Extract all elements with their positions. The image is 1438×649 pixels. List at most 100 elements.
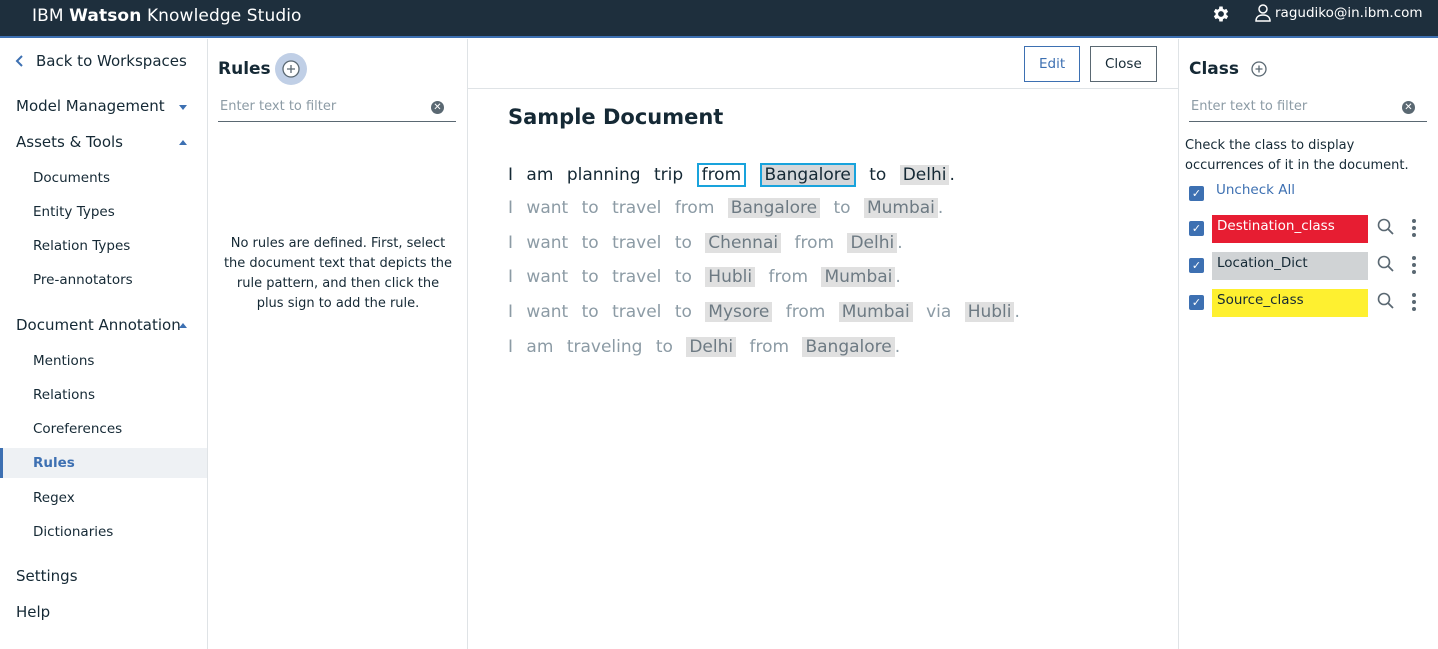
brand-bold: Watson bbox=[69, 6, 142, 26]
token[interactable]: to bbox=[582, 198, 599, 218]
token[interactable]: trip bbox=[654, 165, 683, 185]
class-label-location-dict[interactable]: Location_Dict bbox=[1212, 252, 1368, 280]
nav-item-dictionaries[interactable]: Dictionaries bbox=[0, 517, 207, 547]
selected-token[interactable]: from bbox=[696, 163, 747, 187]
token[interactable]: I bbox=[508, 165, 513, 185]
entity-token[interactable]: Hubli bbox=[705, 267, 756, 287]
nav-item-rules[interactable]: Rules bbox=[0, 448, 207, 478]
token[interactable]: I bbox=[508, 198, 513, 218]
entity-token[interactable]: Mumbai bbox=[863, 198, 938, 218]
token[interactable]: want bbox=[526, 302, 568, 322]
token[interactable]: travel bbox=[612, 198, 661, 218]
more-options-icon[interactable] bbox=[1412, 293, 1416, 314]
token[interactable]: via bbox=[926, 302, 951, 322]
token[interactable]: I bbox=[508, 337, 513, 357]
token[interactable]: to bbox=[675, 233, 692, 253]
nav-section-document-annotation[interactable]: Document Annotation bbox=[16, 316, 181, 334]
token[interactable]: I bbox=[508, 267, 513, 287]
token[interactable]: am bbox=[526, 337, 553, 357]
token[interactable]: from bbox=[795, 233, 835, 253]
entity-token[interactable]: Delhi bbox=[899, 165, 950, 185]
class-label-destination[interactable]: Destination_class bbox=[1212, 215, 1368, 243]
entity-token[interactable]: Delhi bbox=[847, 233, 898, 253]
token[interactable]: to bbox=[656, 337, 673, 357]
user-menu[interactable]: ragudiko@in.ibm.com bbox=[1255, 4, 1423, 22]
token[interactable]: to bbox=[582, 302, 599, 322]
token[interactable]: want bbox=[526, 267, 568, 287]
token[interactable]: from bbox=[675, 198, 715, 218]
token[interactable]: travel bbox=[612, 302, 661, 322]
token[interactable]: am bbox=[526, 165, 553, 185]
sentence[interactable]: I want to travel from Bangalore to Mumba… bbox=[508, 198, 943, 218]
entity-token[interactable]: Delhi bbox=[686, 337, 737, 357]
add-rule-icon[interactable] bbox=[274, 52, 308, 86]
token[interactable]: to bbox=[869, 165, 886, 185]
entity-token[interactable]: Bangalore bbox=[727, 198, 821, 218]
nav-section-help[interactable]: Help bbox=[16, 603, 50, 621]
sentence[interactable]: I want to travel to Chennai from Delhi. bbox=[508, 233, 903, 253]
token[interactable]: I bbox=[508, 302, 513, 322]
token[interactable]: to bbox=[675, 302, 692, 322]
nav-item-pre-annotators[interactable]: Pre-annotators bbox=[0, 265, 207, 295]
class-checkbox[interactable]: ✓ bbox=[1189, 295, 1204, 310]
nav-item-relations[interactable]: Relations bbox=[0, 380, 207, 410]
nav-item-documents[interactable]: Documents bbox=[0, 163, 207, 193]
search-icon[interactable] bbox=[1377, 218, 1395, 236]
token[interactable]: to bbox=[582, 267, 599, 287]
entity-token[interactable]: Bangalore bbox=[802, 337, 895, 357]
nav-item-regex[interactable]: Regex bbox=[0, 483, 207, 513]
edit-button[interactable]: Edit bbox=[1024, 46, 1081, 82]
nav-item-coreferences[interactable]: Coreferences bbox=[0, 414, 207, 444]
token[interactable]: want bbox=[526, 233, 568, 253]
class-checkbox[interactable]: ✓ bbox=[1189, 221, 1204, 236]
token[interactable]: from bbox=[786, 302, 826, 322]
punctuation: . bbox=[897, 233, 903, 253]
entity-token[interactable]: Mumbai bbox=[838, 302, 913, 322]
rules-filter-input[interactable]: Enter text to filter ✕ bbox=[218, 92, 456, 122]
sentence[interactable]: I want to travel to Hubli from Mumbai. bbox=[508, 267, 901, 287]
token[interactable]: traveling bbox=[567, 337, 643, 357]
uncheck-all-checkbox[interactable]: ✓ bbox=[1189, 186, 1204, 201]
selected-entity-token[interactable]: Bangalore bbox=[759, 163, 856, 187]
nav-item-relation-types[interactable]: Relation Types bbox=[0, 231, 207, 261]
sentence[interactable]: I am planning trip from Bangalore to Del… bbox=[508, 163, 955, 187]
search-icon[interactable] bbox=[1377, 292, 1395, 310]
token[interactable]: from bbox=[750, 337, 790, 357]
class-checkbox[interactable]: ✓ bbox=[1189, 258, 1204, 273]
nav-item-mentions[interactable]: Mentions bbox=[0, 346, 207, 376]
token[interactable]: want bbox=[526, 198, 568, 218]
sentence[interactable]: I want to travel to Mysore from Mumbai v… bbox=[508, 302, 1020, 322]
close-button[interactable]: Close bbox=[1090, 46, 1157, 82]
more-options-icon[interactable] bbox=[1412, 219, 1416, 240]
add-class-icon[interactable] bbox=[1251, 61, 1267, 77]
token[interactable]: I bbox=[508, 233, 513, 253]
token[interactable]: to bbox=[582, 233, 599, 253]
class-label-source[interactable]: Source_class bbox=[1212, 289, 1368, 317]
clear-filter-icon[interactable]: ✕ bbox=[1402, 101, 1415, 114]
token[interactable]: from bbox=[769, 267, 809, 287]
nav-section-settings[interactable]: Settings bbox=[16, 567, 78, 585]
nav-section-assets-tools[interactable]: Assets & Tools bbox=[16, 133, 123, 151]
token[interactable]: planning bbox=[567, 165, 641, 185]
search-icon[interactable] bbox=[1377, 255, 1395, 273]
entity-token[interactable]: Mumbai bbox=[821, 267, 896, 287]
entity-token[interactable]: Chennai bbox=[705, 233, 782, 253]
class-filter-input[interactable]: Enter text to filter ✕ bbox=[1189, 92, 1427, 122]
clear-filter-icon[interactable]: ✕ bbox=[431, 101, 444, 114]
class-hint: Check the class to display occurrences o… bbox=[1185, 138, 1409, 173]
no-rules-message: No rules are defined. First, select the … bbox=[223, 236, 453, 311]
nav-section-model-management[interactable]: Model Management bbox=[16, 97, 165, 115]
uncheck-all-link[interactable]: Uncheck All bbox=[1216, 182, 1295, 198]
nav-item-entity-types[interactable]: Entity Types bbox=[0, 197, 207, 227]
filter-placeholder: Enter text to filter bbox=[220, 99, 337, 114]
gear-icon[interactable] bbox=[1211, 4, 1231, 24]
token[interactable]: to bbox=[675, 267, 692, 287]
sentence[interactable]: I am traveling to Delhi from Bangalore. bbox=[508, 337, 900, 357]
token[interactable]: travel bbox=[612, 267, 661, 287]
entity-token[interactable]: Hubli bbox=[964, 302, 1015, 322]
token[interactable]: travel bbox=[612, 233, 661, 253]
token[interactable]: to bbox=[833, 198, 850, 218]
entity-token[interactable]: Mysore bbox=[705, 302, 773, 322]
more-options-icon[interactable] bbox=[1412, 256, 1416, 277]
back-to-workspaces-link[interactable]: Back to Workspaces bbox=[14, 52, 187, 70]
